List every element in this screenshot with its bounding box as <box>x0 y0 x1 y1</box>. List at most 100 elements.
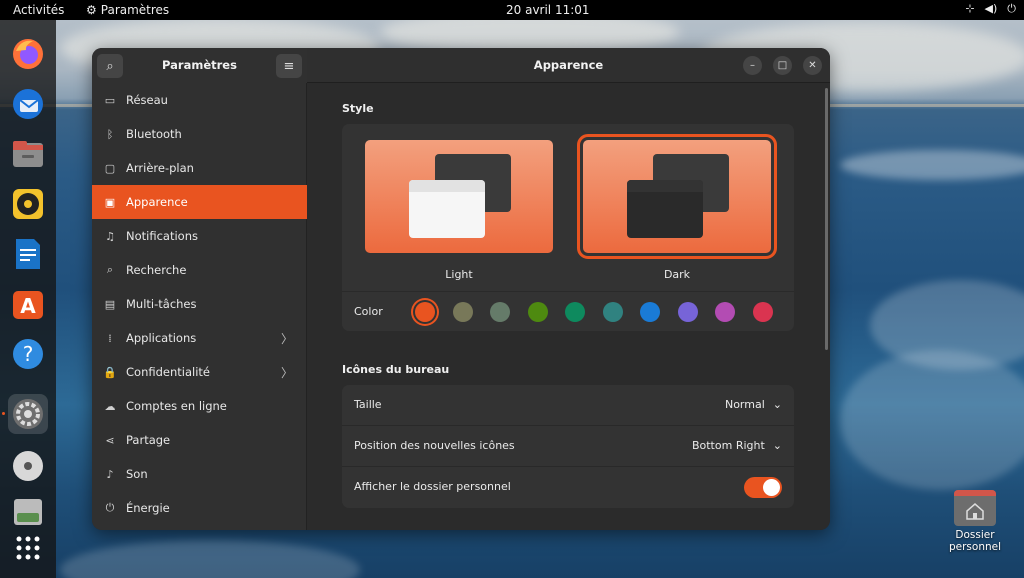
color-label: Color <box>354 305 383 318</box>
dark-preview-front-window <box>627 180 703 238</box>
sidebar-item-label: Notifications <box>126 229 198 243</box>
firefox-launcher[interactable] <box>8 34 48 74</box>
icon-position-label: Position des nouvelles icônes <box>354 439 515 452</box>
accent-color-swatch[interactable] <box>602 302 623 322</box>
system-tray[interactable]: ⊹ ◀) ⏻ <box>965 2 1016 16</box>
background-icon: ▢ <box>104 161 116 175</box>
home-icon <box>966 503 984 520</box>
sidebar-item-label: Son <box>126 467 148 481</box>
settings-window: ⌕ Paramètres ≡ ▭ Réseau ᛒ Bluetooth ▢ Arrière… <box>92 48 830 530</box>
sidebar-item-label: Arrière-plan <box>126 161 194 175</box>
home-folder-label-line2: personnel <box>948 541 1002 553</box>
scrollbar[interactable] <box>825 88 828 350</box>
show-apps-button[interactable] <box>8 528 48 568</box>
sidebar-item-réseau[interactable]: ▭ Réseau <box>92 83 307 117</box>
icon-position-row[interactable]: Position des nouvelles icônes Bottom Rig… <box>342 426 794 467</box>
sidebar-item-label: Réseau <box>126 93 168 107</box>
chevron-down-icon: ⌄ <box>772 439 782 452</box>
show-home-toggle[interactable] <box>744 477 782 498</box>
accent-color-swatch[interactable] <box>527 302 548 322</box>
accent-color-swatch[interactable] <box>565 302 585 322</box>
sidebar-item-multi-tâches[interactable]: ▤ Multi-tâches <box>92 287 307 321</box>
dock: A ? <box>0 20 56 578</box>
disc-launcher[interactable] <box>8 446 48 486</box>
style-dark-label: Dark <box>663 268 691 281</box>
style-light-label: Light <box>445 268 473 281</box>
sidebar-item-notifications[interactable]: ♫ Notifications <box>92 219 307 253</box>
accent-color-swatch[interactable] <box>752 302 773 322</box>
accent-color-swatch[interactable] <box>452 302 473 322</box>
sidebar-nav: ▭ Réseau ᛒ Bluetooth ▢ Arrière-plan ▣ Apparence… <box>92 83 307 525</box>
accent-color-swatch[interactable] <box>677 302 698 322</box>
accent-color-swatch[interactable] <box>715 302 735 322</box>
style-section-title: Style <box>342 102 374 115</box>
search-icon: ⌕ <box>106 263 114 276</box>
files-icon <box>13 141 43 167</box>
icon-size-row[interactable]: Taille Normal ⌄ <box>342 385 794 426</box>
sidebar-item-label: Apparence <box>126 195 188 209</box>
sidebar-item-label: Partage <box>126 433 171 447</box>
sidebar-item-partage[interactable]: ⋖ Partage <box>92 423 307 457</box>
accent-color-swatch[interactable] <box>415 302 435 322</box>
show-home-label: Afficher le dossier personnel <box>354 480 511 493</box>
search-icon: ⌕ <box>106 58 114 74</box>
accent-color-swatch[interactable] <box>490 302 510 322</box>
accent-color-swatch[interactable] <box>640 302 660 322</box>
sidebar-item-son[interactable]: ♪ Son <box>92 457 307 491</box>
clock[interactable]: 20 avril 11:01 <box>506 3 590 17</box>
style-light-option[interactable] <box>365 140 553 253</box>
style-dark-option[interactable] <box>577 134 777 259</box>
sidebar-item-comptes-en-ligne[interactable]: ☁ Comptes en ligne <box>92 389 307 423</box>
sidebar-item-label: Énergie <box>126 501 170 515</box>
menu-button[interactable]: ≡ <box>276 54 302 78</box>
sidebar-item-recherche[interactable]: ⌕ Recherche <box>92 253 307 287</box>
show-home-row: Afficher le dossier personnel <box>342 467 794 508</box>
main-header: Apparence – □ ✕ <box>307 48 830 83</box>
network-icon: ⊹ <box>965 2 975 15</box>
svg-text:A: A <box>20 294 36 318</box>
folder-icon <box>954 490 996 526</box>
sidebar-item-apparence[interactable]: ▣ Apparence <box>92 185 307 219</box>
app-center-launcher[interactable]: A <box>8 284 48 324</box>
thunderbird-icon <box>13 89 43 119</box>
help-icon: ? <box>13 339 43 369</box>
drive-launcher[interactable] <box>8 492 48 532</box>
app-menu-label: Paramètres <box>100 3 170 17</box>
sidebar-item-applications[interactable]: ⁞ Applications 〉 <box>92 321 307 355</box>
writer-launcher[interactable] <box>8 234 48 274</box>
maximize-icon: □ <box>777 60 788 71</box>
sidebar: ⌕ Paramètres ≡ ▭ Réseau ᛒ Bluetooth ▢ Arrière… <box>92 48 307 530</box>
settings-icon <box>13 399 43 429</box>
chevron-right-icon: 〉 <box>280 331 293 346</box>
app-menu[interactable]: ⚙ Paramètres <box>86 3 169 17</box>
music-icon: ♪ <box>106 467 114 481</box>
help-launcher[interactable]: ? <box>8 334 48 374</box>
sidebar-item-arrière-plan[interactable]: ▢ Arrière-plan <box>92 151 307 185</box>
app-center-icon: A <box>13 291 43 319</box>
files-launcher[interactable] <box>8 134 48 174</box>
thunderbird-launcher[interactable] <box>8 84 48 124</box>
sidebar-item-label: Confidentialité <box>126 365 210 379</box>
close-button[interactable]: ✕ <box>803 56 822 75</box>
style-card: Light Dark Color <box>342 124 794 331</box>
sidebar-item-énergie[interactable]: ⏻ Énergie <box>92 491 307 525</box>
settings-launcher[interactable] <box>8 394 48 434</box>
sidebar-item-bluetooth[interactable]: ᛒ Bluetooth <box>92 117 307 151</box>
home-folder-desktop-icon[interactable]: Dossier personnel <box>944 490 1006 553</box>
sidebar-header: ⌕ Paramètres ≡ <box>92 48 307 83</box>
network-icon: ▭ <box>104 93 116 107</box>
activities-button[interactable]: Activités <box>13 3 64 17</box>
icon-position-dropdown[interactable]: Bottom Right ⌄ <box>692 439 782 452</box>
search-button[interactable]: ⌕ <box>97 54 123 78</box>
close-icon: ✕ <box>808 60 817 71</box>
rhythmbox-icon <box>13 189 43 219</box>
bluetooth-icon: ᛒ <box>106 127 114 141</box>
sidebar-item-confidentialité[interactable]: 🔒 Confidentialité 〉 <box>92 355 307 389</box>
sidebar-item-label: Multi-tâches <box>126 297 197 311</box>
minimize-button[interactable]: – <box>743 56 762 75</box>
icon-size-dropdown[interactable]: Normal ⌄ <box>725 398 782 411</box>
rhythmbox-launcher[interactable] <box>8 184 48 224</box>
maximize-button[interactable]: □ <box>773 56 792 75</box>
light-preview-front-window <box>409 180 485 238</box>
writer-icon <box>16 239 40 269</box>
